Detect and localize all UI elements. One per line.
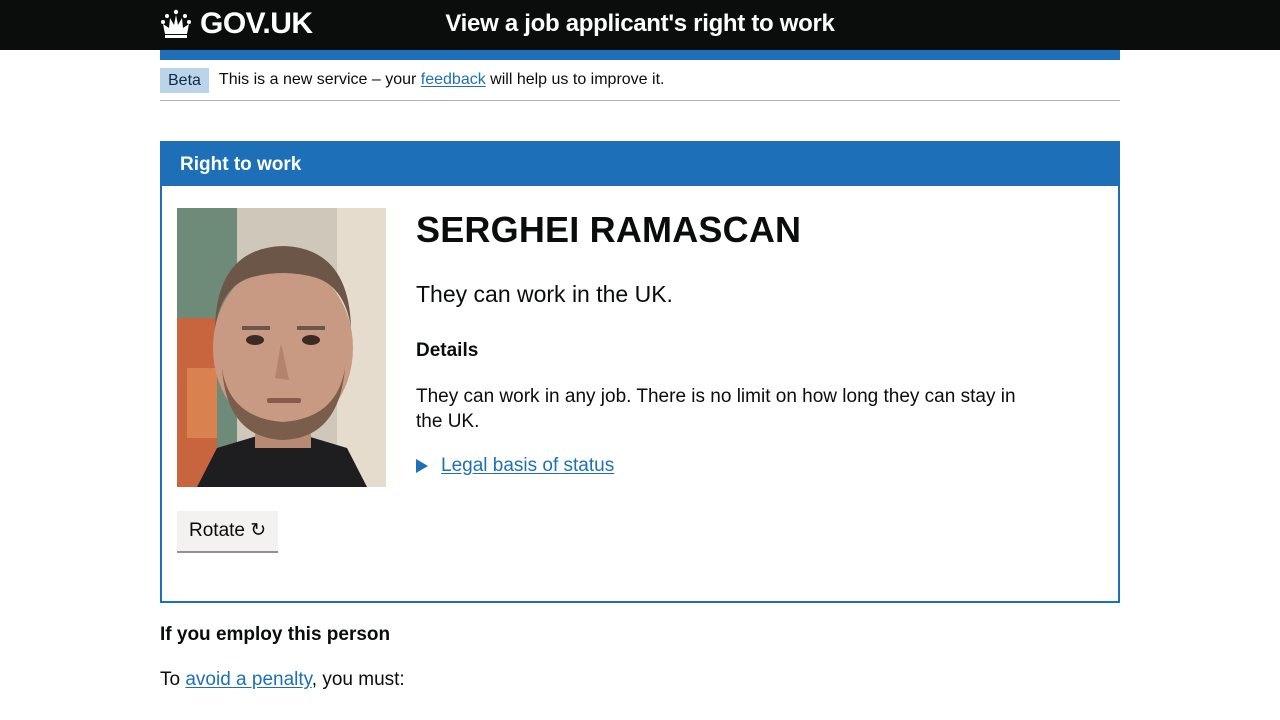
applicant-photo <box>177 208 386 487</box>
avoid-penalty-link[interactable]: avoid a penalty <box>185 669 311 690</box>
feedback-link[interactable]: feedback <box>421 71 486 88</box>
employ-text-after: , you must: <box>311 669 405 690</box>
employ-heading: If you employ this person <box>160 624 391 645</box>
panel-title: Right to work <box>160 141 1120 186</box>
person-name: SERGHEI RAMASCAN <box>416 209 802 250</box>
phase-banner-text: This is a new service – your feedback wi… <box>219 68 665 92</box>
details-heading: Details <box>416 340 479 361</box>
header-blue-band <box>160 50 1120 60</box>
details-text: They can work in any job. There is no li… <box>416 386 1016 432</box>
work-status: They can work in the UK. <box>416 281 673 307</box>
phase-banner: Beta This is a new service – your feedba… <box>160 68 1120 101</box>
phase-text-after: will help us to improve it. <box>485 71 665 88</box>
beta-tag: Beta <box>160 68 209 93</box>
applicant-photo-image <box>177 208 386 487</box>
disclosure-triangle-icon <box>416 459 428 473</box>
right-to-work-panel: Right to work Rotate ↻ SERGHEI RAMASCAN … <box>160 141 1120 603</box>
header: GOV.UK View a job applicant's right to w… <box>0 0 1280 50</box>
legal-basis-toggle[interactable]: Legal basis of status <box>416 455 614 477</box>
service-name[interactable]: View a job applicant's right to work <box>0 10 1280 38</box>
employ-text-before: To <box>160 669 186 690</box>
employ-text: To avoid a penalty, you must: <box>160 669 405 691</box>
rotate-button[interactable]: Rotate ↻ <box>177 511 279 551</box>
phase-text-before: This is a new service – your <box>218 71 421 88</box>
legal-basis-link[interactable]: Legal basis of status <box>441 455 614 477</box>
